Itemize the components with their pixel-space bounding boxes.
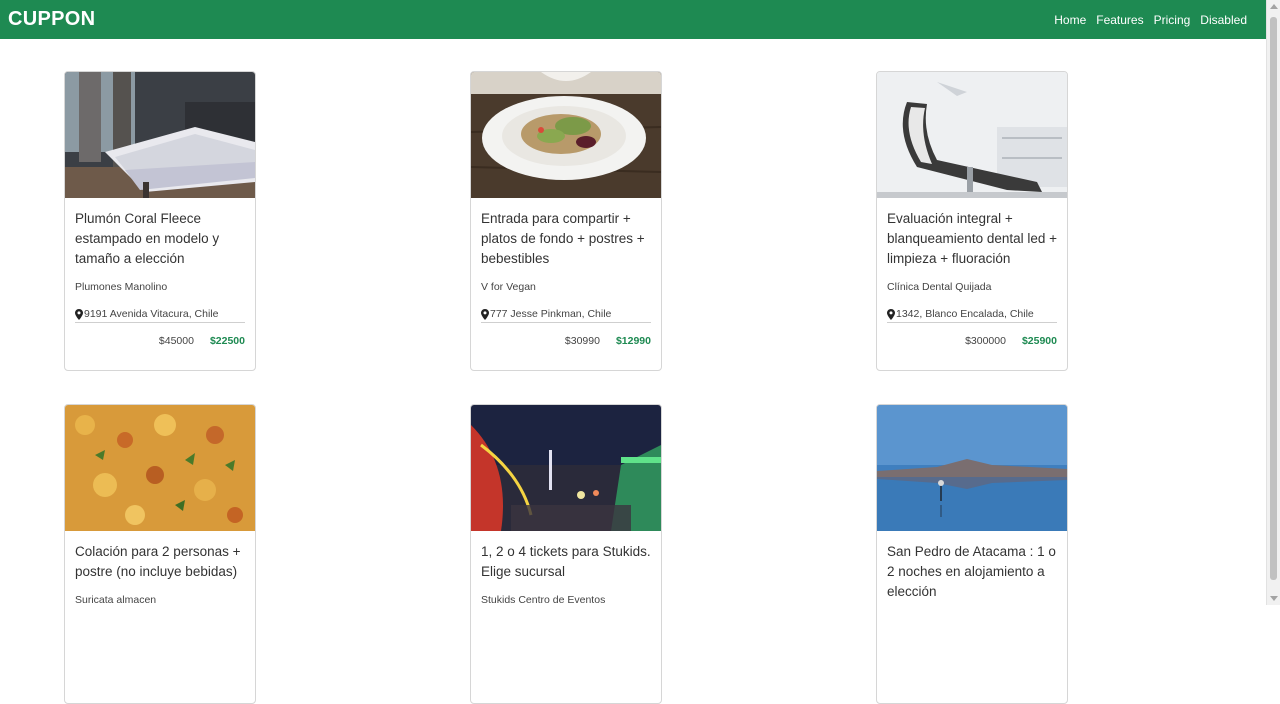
deal-title[interactable]: Colación para 2 personas + postre (no in… — [75, 542, 245, 602]
dental-chair-photo[interactable] — [877, 72, 1067, 198]
nav-link-disabled[interactable]: Disabled — [1195, 13, 1252, 27]
merchant-name: Clínica Dental Quijada — [887, 281, 992, 293]
atacama-lake-photo[interactable] — [877, 405, 1067, 531]
deal-title[interactable]: Evaluación integral + blanqueamiento den… — [887, 209, 1057, 269]
discount-price: $12990 — [615, 335, 651, 347]
discount-price: $22500 — [209, 335, 245, 347]
deal-title[interactable]: San Pedro de Atacama : 1 o 2 noches en a… — [887, 542, 1057, 602]
original-price: $45000 — [158, 335, 194, 347]
original-price: $30990 — [564, 335, 600, 347]
scrollbar-thumb[interactable] — [1270, 17, 1277, 580]
address-line: 1342, Blanco Encalada, Chile — [887, 308, 1057, 323]
map-pin-icon — [75, 308, 83, 320]
deal-title[interactable]: 1, 2 o 4 tickets para Stukids. Elige suc… — [481, 542, 651, 602]
amusement-park-photo[interactable] — [471, 405, 661, 531]
original-price: $300000 — [965, 335, 1006, 347]
price-row: $300000 $25900 — [887, 335, 1057, 347]
address-line: 777 Jesse Pinkman, Chile — [481, 308, 651, 323]
map-pin-icon — [887, 308, 895, 320]
deal-title[interactable]: Entrada para compartir + platos de fondo… — [481, 209, 651, 269]
deal-title[interactable]: Plumón Coral Fleece estampado en modelo … — [75, 209, 245, 269]
deal-card[interactable]: Entrada para compartir + platos de fondo… — [470, 71, 662, 371]
scroll-down-arrow-icon[interactable] — [1270, 596, 1278, 601]
vertical-scrollbar[interactable] — [1266, 0, 1280, 605]
map-pin-icon — [481, 308, 489, 320]
deal-card[interactable]: San Pedro de Atacama : 1 o 2 noches en a… — [876, 404, 1068, 704]
brand-logo[interactable]: CUPPON — [8, 8, 95, 31]
price-row: $45000 $22500 — [75, 335, 245, 347]
address-text: 777 Jesse Pinkman, Chile — [490, 308, 612, 320]
bedroom-photo[interactable] — [65, 72, 255, 198]
nav-link-features[interactable]: Features — [1091, 13, 1148, 27]
deal-card[interactable]: Evaluación integral + blanqueamiento den… — [876, 71, 1068, 371]
address-text: 1342, Blanco Encalada, Chile — [896, 308, 1034, 320]
rice-dish-photo[interactable] — [65, 405, 255, 531]
navbar: CUPPON Home Features Pricing Disabled — [0, 0, 1266, 39]
price-row: $30990 $12990 — [481, 335, 651, 347]
deal-card[interactable]: Colación para 2 personas + postre (no in… — [64, 404, 256, 704]
salad-plate-photo[interactable] — [471, 72, 661, 198]
deal-card[interactable]: 1, 2 o 4 tickets para Stukids. Elige suc… — [470, 404, 662, 704]
merchant-name: V for Vegan — [481, 281, 536, 293]
nav-links: Home Features Pricing Disabled — [1049, 13, 1252, 27]
address-line: 9191 Avenida Vitacura, Chile — [75, 308, 245, 323]
nav-link-pricing[interactable]: Pricing — [1149, 13, 1196, 27]
deal-card[interactable]: Plumón Coral Fleece estampado en modelo … — [64, 71, 256, 371]
address-text: 9191 Avenida Vitacura, Chile — [84, 308, 219, 320]
merchant-name: Suricata almacen — [75, 594, 157, 606]
discount-price: $25900 — [1021, 335, 1057, 347]
merchant-name: Plumones Manolino — [75, 281, 168, 293]
merchant-name: Stukids Centro de Eventos — [481, 594, 606, 606]
nav-link-home[interactable]: Home — [1049, 13, 1091, 27]
scroll-up-arrow-icon[interactable] — [1270, 4, 1278, 9]
